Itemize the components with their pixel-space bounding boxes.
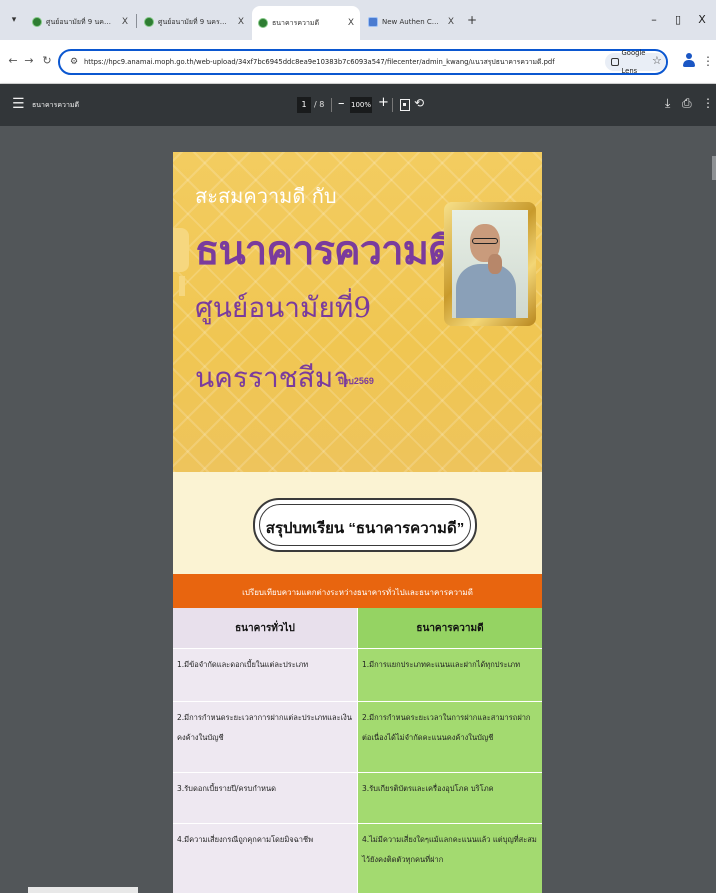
vertical-scrollbar[interactable] [712,156,716,180]
zoom-level-input[interactable]: 100% [350,97,372,113]
toolbar-divider [392,98,393,112]
lens-icon [611,58,619,66]
cover-section: สะสมความดี กับ ธนาคารความดี ศูนย์อนามัยท… [173,152,542,472]
heading-city: นครราชสีมา [195,361,349,394]
site-info-icon[interactable]: ⚙ [67,55,81,69]
print-icon[interactable]: ⎙ [682,96,692,111]
heading-big: ธนาคารความดี [195,229,454,273]
tab-3-active[interactable]: ธนาคารความดี X [252,6,360,40]
heading-year: ปีงบ2569 [338,376,374,386]
horizontal-scrollbar[interactable] [28,887,138,893]
banner-area: สรุปบทเรียน “ธนาคารความดี” [173,472,542,574]
tab-2[interactable]: ศูนย์อนามัยที่ 9 นครราชสีมา | ประก X [138,8,250,36]
table-cell: 3.รับเกียรติบัตรและเครื่องอุปโภค บริโภค [358,773,542,823]
column-header-goodness-bank: ธนาคารความดี [358,608,542,648]
tab-close-icon[interactable]: X [238,17,244,27]
compare-band: เปรียบเทียบความแตกต่างระหว่างธนาคารทั่วไ… [173,574,542,608]
table-cell: 2.มีการกำหนดระยะเวลาการฝากแต่ละประเภทและ… [173,702,357,772]
rotate-icon[interactable]: ⟲ [414,96,424,110]
tab-title: New Authen Code [382,18,440,26]
tab-1[interactable]: ศูนย์อนามัยที่ 9 นครราชสีมา | หน้าแ X [26,8,134,36]
table-cell: 4.มีความเสี่ยงกรณีถูกคุกคามโดยมิจฉาชีพ [173,824,357,893]
pdf-more-icon[interactable]: ⋮ [702,96,714,110]
table-cell: 3.รับดอกเบี้ยรายปี/ครบกำหนด [173,773,357,823]
profile-avatar-icon[interactable] [682,53,696,69]
tab-4[interactable]: New Authen Code X [362,8,460,36]
portrait-frame [444,202,536,326]
table-cell: 4.ไม่มีความเสี่ยงใดๆแม้แลกคะแนนแล้ว แต่บ… [358,824,542,893]
pdf-viewer[interactable]: สะสมความดี กับ ธนาคารความดี ศูนย์อนามัยท… [0,126,716,893]
site-favicon-icon [258,18,268,28]
pdf-page: สะสมความดี กับ ธนาคารความดี ศูนย์อนามัยท… [173,152,542,893]
browser-toolbar: ← → ↻ ⚙ https://hpc9.anamai.moph.go.th/w… [0,40,716,84]
column-header-text: ธนาคารทั่วไป [235,623,295,634]
tab-close-icon[interactable]: X [122,17,128,27]
heading-small: สะสมความดี กับ [195,184,337,208]
browser-menu-icon[interactable]: ⋮ [702,52,714,70]
tab-close-icon[interactable]: X [348,18,354,28]
tab-title: ศูนย์อนามัยที่ 9 นครราชสีมา | ประก [158,17,230,26]
compare-title: เปรียบเทียบความแตกต่างระหว่างธนาคารทั่วไ… [242,588,473,597]
toolbar-divider [331,98,332,112]
zoom-out-button[interactable]: – [338,96,345,111]
page-total: / 8 [314,100,325,109]
maximize-button[interactable]: ▯ [668,10,688,30]
tab-close-icon[interactable]: X [448,17,454,27]
site-favicon-icon [144,17,154,27]
zoom-in-button[interactable]: + [378,95,389,110]
bookmark-star-icon[interactable]: ☆ [652,54,662,67]
new-tab-button[interactable]: + [462,10,482,30]
tab-title: ศูนย์อนามัยที่ 9 นครราชสีมา | หน้าแ [46,17,114,26]
fit-to-page-icon[interactable] [400,99,410,111]
download-icon[interactable]: ⤓ [665,96,670,111]
tab-search-icon[interactable]: ▾ [6,12,22,28]
portrait-photo [452,210,528,318]
table-cell: 1.มีการแยกประเภทคะแนนและฝากได้ทุกประเภท [358,649,542,701]
address-bar[interactable]: ⚙ https://hpc9.anamai.moph.go.th/web-upl… [58,49,668,75]
page-number-input[interactable]: 1 [297,97,311,113]
tab-separator [136,14,137,28]
column-header-text: ธนาคารความดี [416,623,484,634]
pdf-title: ธนาคารความดี [32,101,80,109]
summary-banner: สรุปบทเรียน “ธนาคารความดี” [253,498,477,552]
table-cell: 1.มีข้อจำกัดและดอกเบี้ยในแต่ละประเภท [173,649,357,701]
lion-favicon-icon [368,17,378,27]
reload-icon[interactable]: ↻ [38,52,56,70]
pdf-toolbar: ☰ ธนาคารความดี 1 / 8 – 100% + ⟲ ⤓ ⎙ ⋮ [0,84,716,126]
site-favicon-icon [32,17,42,27]
column-header-general-bank: ธนาคารทั่วไป [173,608,357,648]
url-text[interactable]: https://hpc9.anamai.moph.go.th/web-uploa… [84,56,594,67]
banner-text: สรุปบทเรียน “ธนาคารความดี” [265,520,465,537]
forward-arrow-icon[interactable]: → [20,52,38,70]
minimize-button[interactable]: – [644,10,664,30]
decorative-lantern [173,228,189,272]
tab-title: ธนาคารความดี [272,18,320,27]
tab-strip: ▾ ศูนย์อนามัยที่ 9 นครราชสีมา | หน้าแ X … [0,0,716,40]
table-cell: 2.มีการกำหนดระยะเวลาในการฝากและสามารถฝาก… [358,702,542,772]
decorative-lantern [179,276,185,296]
pdf-menu-icon[interactable]: ☰ [12,97,25,111]
window-close-button[interactable]: X [692,10,712,30]
heading-org: ศูนย์อนามัยที่9 [195,291,372,324]
